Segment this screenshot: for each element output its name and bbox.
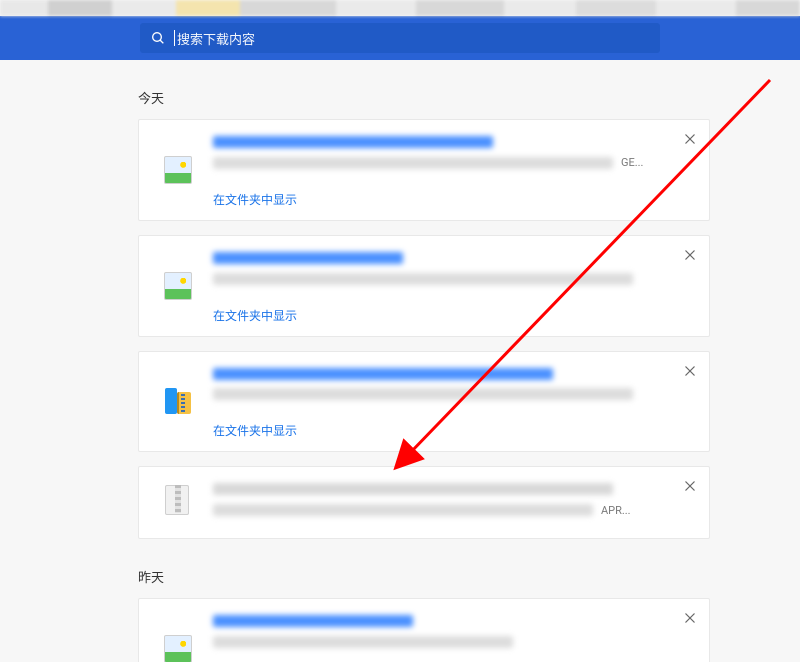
close-icon [681, 362, 699, 380]
file-thumbnail [153, 248, 203, 324]
file-thumbnail [153, 132, 203, 208]
show-in-folder-link[interactable]: 在文件夹中显示 [213, 422, 297, 439]
show-in-folder-link[interactable]: 在文件夹中显示 [213, 307, 297, 324]
download-url [213, 273, 633, 285]
browser-tab-strip [0, 0, 800, 16]
archive-file-icon [163, 485, 193, 515]
downloads-header: 搜索下载内容 [0, 16, 800, 60]
search-icon [150, 30, 166, 46]
download-item: 在文件夹中显示 [138, 598, 710, 662]
download-url [213, 636, 513, 648]
show-in-folder-link[interactable]: 在文件夹中显示 [213, 191, 297, 208]
remove-button[interactable] [681, 609, 699, 627]
text-cursor [174, 30, 175, 46]
download-filename[interactable] [213, 615, 413, 627]
image-file-icon [164, 272, 192, 300]
compressed-file-icon [163, 386, 193, 416]
download-url [213, 504, 593, 516]
remove-button[interactable] [681, 246, 699, 264]
close-icon [681, 477, 699, 495]
download-filename[interactable] [213, 368, 553, 380]
download-item: 在文件夹中显示 [138, 351, 710, 453]
image-file-icon [164, 156, 192, 184]
close-icon [681, 130, 699, 148]
download-filename[interactable] [213, 252, 403, 264]
remove-button[interactable] [681, 477, 699, 495]
download-url [213, 157, 613, 169]
file-thumbnail [153, 611, 203, 662]
download-filename[interactable] [213, 483, 613, 495]
section-today: 今天 [138, 88, 710, 107]
remove-button[interactable] [681, 130, 699, 148]
search-placeholder: 搜索下载内容 [177, 29, 255, 48]
file-thumbnail [153, 479, 203, 520]
file-thumbnail [153, 364, 203, 440]
search-input[interactable]: 搜索下载内容 [140, 23, 660, 53]
section-yesterday: 昨天 [138, 567, 710, 586]
download-item: GE... 在文件夹中显示 [138, 119, 710, 221]
close-icon [681, 246, 699, 264]
download-url-suffix: APR... [601, 504, 631, 517]
download-filename[interactable] [213, 136, 493, 148]
download-url-suffix: GE... [621, 156, 643, 169]
download-url [213, 388, 633, 400]
close-icon [681, 609, 699, 627]
download-item: APR... [138, 466, 710, 539]
remove-button[interactable] [681, 362, 699, 380]
image-file-icon [164, 635, 192, 662]
downloads-list: 今天 GE... 在文件夹中显示 [0, 60, 800, 662]
download-item: 在文件夹中显示 [138, 235, 710, 337]
